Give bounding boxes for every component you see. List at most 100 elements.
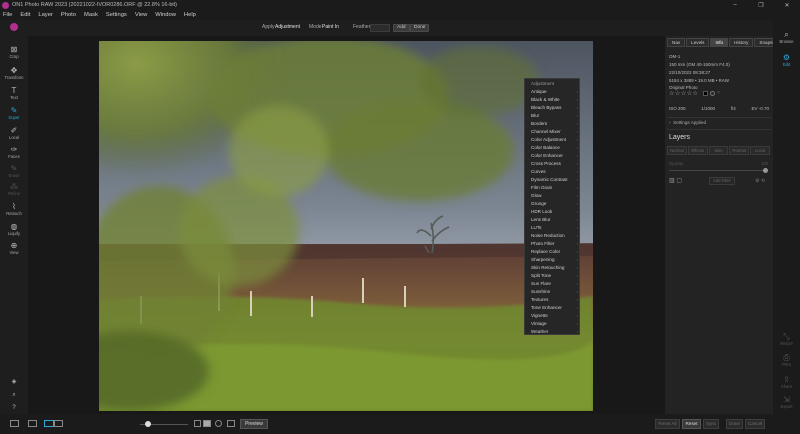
- feather-field[interactable]: [370, 24, 390, 32]
- menu-settings[interactable]: Settings: [106, 12, 127, 18]
- filter-item-borders[interactable]: Borders ›: [525, 120, 581, 128]
- module-export[interactable]: ⇲ Export: [773, 395, 800, 409]
- filmstrip-icon[interactable]: [28, 420, 37, 427]
- filter-item-dynamic-contrast[interactable]: Dynamic Contrast ›: [525, 176, 581, 184]
- menu-edit[interactable]: Edit: [20, 12, 30, 18]
- filter-item-cross-process[interactable]: Cross Process ›: [525, 160, 581, 168]
- help-button[interactable]: ?: [0, 404, 28, 413]
- filter-item-luts[interactable]: LUTs ›: [525, 224, 581, 232]
- tool-transform[interactable]: ✥ Transform: [0, 66, 28, 80]
- settings-applied-toggle[interactable]: › Settings Applied: [669, 120, 706, 125]
- mask-view-icon[interactable]: [203, 420, 211, 427]
- filter-item-split-tone[interactable]: Split Tone ›: [525, 272, 581, 280]
- filter-item-grunge[interactable]: Grunge ›: [525, 200, 581, 208]
- tool-refine[interactable]: ⁂ Refine: [0, 182, 28, 196]
- filter-item-color-balance[interactable]: Color Balance ›: [525, 144, 581, 152]
- tool-crop[interactable]: ⊠ Crop: [0, 45, 28, 59]
- before-after-icon[interactable]: [227, 420, 235, 427]
- close-button[interactable]: ✕: [774, 0, 800, 10]
- done-button[interactable]: Done: [410, 24, 430, 32]
- filter-item-hdr-look[interactable]: HDR Look ›: [525, 208, 581, 216]
- add-button[interactable]: Add: [393, 24, 410, 32]
- tab-info[interactable]: Info: [710, 38, 729, 47]
- app-menu-button[interactable]: [0, 23, 28, 31]
- blend-effects-button[interactable]: Effects: [687, 146, 708, 155]
- menu-mask[interactable]: Mask: [84, 12, 98, 18]
- filter-item-black-white[interactable]: Black & White ›: [525, 96, 581, 104]
- minimize-button[interactable]: –: [722, 0, 748, 10]
- blend-normal-button[interactable]: Normal: [667, 146, 687, 155]
- blend-skin-button[interactable]: Skin: [708, 146, 729, 155]
- layer-mask-icons[interactable]: ▥ ▢: [669, 177, 682, 184]
- filter-item-channel-mixer[interactable]: Channel Mixer ›: [525, 128, 581, 136]
- mode-dropdown[interactable]: Paint In: [322, 24, 339, 30]
- add-filter-button[interactable]: Add Filter: [709, 177, 735, 185]
- layer-options-icons[interactable]: ⚙ ⟲: [755, 178, 765, 184]
- apply-dropdown[interactable]: Adjustment: [275, 24, 300, 30]
- filter-item-antique[interactable]: Antique ›: [525, 88, 581, 96]
- module-resize[interactable]: ⤡ Resize: [773, 332, 800, 346]
- tab-nav[interactable]: Nav: [667, 38, 686, 47]
- tool-local[interactable]: ✐ Local: [0, 126, 28, 140]
- like-icon[interactable]: [710, 91, 715, 96]
- opacity-slider[interactable]: [669, 170, 765, 171]
- reject-icon[interactable]: ×: [717, 91, 722, 96]
- cancel-button[interactable]: Cancel: [745, 419, 765, 429]
- tool-super[interactable]: ✎ Super: [0, 106, 28, 120]
- filter-item-color-enhancer[interactable]: Color Enhancer ›: [525, 152, 581, 160]
- filter-item-color-adjustment[interactable]: Color Adjustment ›: [525, 136, 581, 144]
- filter-item-sunshine[interactable]: Sunshine ›: [525, 288, 581, 296]
- star-rating[interactable]: ☆☆☆☆☆: [669, 90, 698, 97]
- tool-text[interactable]: T Text: [0, 86, 28, 100]
- layers-toggle-button[interactable]: ◈: [0, 378, 28, 387]
- panel-toggle-icon[interactable]: [10, 420, 19, 427]
- filter-item-sun-flare[interactable]: Sun Flare ›: [525, 280, 581, 288]
- menu-layer[interactable]: Layer: [38, 12, 53, 18]
- filter-item-sharpening[interactable]: Sharpening ›: [525, 256, 581, 264]
- filter-item-textures[interactable]: Textures ›: [525, 296, 581, 304]
- fit-view-icon[interactable]: [194, 420, 201, 427]
- filter-item-glow[interactable]: Glow ›: [525, 192, 581, 200]
- tab-history[interactable]: History: [729, 38, 754, 47]
- filter-item-noise-reduction[interactable]: Noise Reduction ›: [525, 232, 581, 240]
- opacity-slider-handle[interactable]: [763, 168, 768, 173]
- filter-item-skin-retouching[interactable]: Skin Retouching ›: [525, 264, 581, 272]
- filter-item-bleach-bypass[interactable]: Bleach Bypass ›: [525, 104, 581, 112]
- module-print[interactable]: ⎙ Print: [773, 353, 800, 367]
- zoom-slider-handle[interactable]: [145, 421, 151, 427]
- compare-view-icon[interactable]: [54, 420, 63, 427]
- filter-item-weather[interactable]: Weather ›: [525, 328, 581, 336]
- menu-help[interactable]: Help: [184, 12, 196, 18]
- tool-erase[interactable]: ✎ Erase: [0, 164, 28, 178]
- single-view-icon[interactable]: [44, 420, 54, 427]
- tool-liquify[interactable]: ◍ Liquify: [0, 222, 28, 236]
- filter-item-tone-enhancer[interactable]: Tone Enhancer ›: [525, 304, 581, 312]
- sync-button[interactable]: Sync: [703, 419, 719, 429]
- blend-local-button[interactable]: Local: [750, 146, 770, 155]
- module-share[interactable]: ⇪ Share: [773, 375, 800, 389]
- settings-button[interactable]: ⌕: [0, 391, 28, 400]
- reset-all-button[interactable]: Reset All: [655, 419, 680, 429]
- filter-item-film-grain[interactable]: Film Grain ›: [525, 184, 581, 192]
- filter-item-blur[interactable]: Blur ›: [525, 112, 581, 120]
- tool-faces[interactable]: ✑ Faces: [0, 145, 28, 159]
- tool-view[interactable]: ⊕ View: [0, 241, 28, 255]
- preview-button[interactable]: Preview: [240, 419, 268, 429]
- reset-button[interactable]: Reset: [682, 419, 701, 429]
- module-edit[interactable]: ⚙ Edit: [773, 53, 800, 67]
- tool-retouch[interactable]: ⌇ Retouch: [0, 202, 28, 216]
- filter-item-vintage[interactable]: Vintage ›: [525, 320, 581, 328]
- filter-item-replace-color[interactable]: Replace Color ›: [525, 248, 581, 256]
- menu-file[interactable]: File: [3, 12, 12, 18]
- menu-view[interactable]: View: [135, 12, 147, 18]
- maximize-button[interactable]: ❐: [748, 0, 774, 10]
- filter-item-photo-filter[interactable]: Photo Filter ›: [525, 240, 581, 248]
- blend-portrait-button[interactable]: Portrait: [729, 146, 750, 155]
- tab-levels[interactable]: Levels: [686, 38, 710, 47]
- mask-overlay-icon[interactable]: [215, 420, 222, 427]
- filter-item-vignette[interactable]: Vignette ›: [525, 312, 581, 320]
- module-browse[interactable]: ⌕ Browse: [773, 30, 800, 44]
- filter-item-lens-blur[interactable]: Lens Blur ›: [525, 216, 581, 224]
- photo-canvas[interactable]: [99, 41, 593, 411]
- menu-photo[interactable]: Photo: [61, 12, 76, 18]
